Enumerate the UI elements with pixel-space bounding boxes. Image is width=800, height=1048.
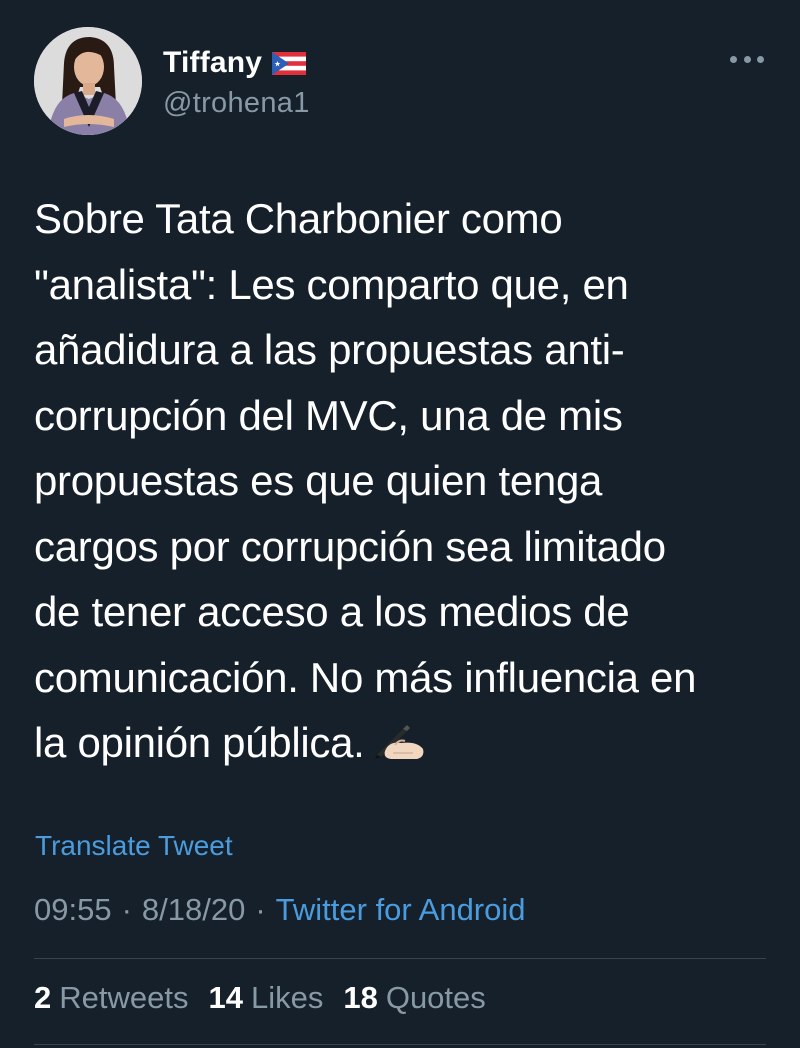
retweets-count: 2 [34,980,52,1015]
more-options-icon[interactable] [730,53,764,65]
tweet-time[interactable]: 09:55 [34,892,112,928]
avatar[interactable] [34,27,142,135]
tweet-text-line: de tener acceso a los medios de [34,588,630,635]
tweet-text: Sobre Tata Charbonier como "analista": L… [34,186,774,776]
divider [34,958,766,959]
avatar-photo [34,27,142,135]
quotes-label: Quotes [385,980,486,1015]
puerto-rico-flag-icon [272,51,307,75]
user-handle[interactable]: @trohena1 [163,87,310,120]
quotes-count: 18 [343,980,378,1015]
tweet-header: Tiffany @trohena1 [34,27,766,139]
tweet-text-line: propuestas es que quien tenga [34,457,603,504]
retweets-label: Retweets [59,980,189,1015]
likes-stat[interactable]: 14 Likes [208,980,323,1016]
tweet-text-line: comunicación. No más influencia en [34,653,697,701]
meta-separator: · [255,892,266,927]
author-block[interactable]: Tiffany @trohena1 [163,43,310,120]
name-row: Tiffany [163,43,310,83]
likes-label: Likes [250,980,324,1015]
tweet-text-line: Sobre Tata Charbonier como [34,195,563,242]
meta-separator: · [121,892,132,927]
tweet-text-line: añadidura a las propuestas anti- [34,326,625,373]
tweet-text-line: la opinión pública. [34,719,365,766]
tweet-source-link[interactable]: Twitter for Android [276,892,526,928]
engagement-stats: 2 Retweets 14 Likes 18 Quotes [34,980,506,1016]
quotes-stat[interactable]: 18 Quotes [343,980,485,1016]
tweet-date[interactable]: 8/18/20 [142,892,245,928]
writing-hand-icon [374,725,423,759]
retweets-stat[interactable]: 2 Retweets [34,980,188,1016]
translate-tweet-link[interactable]: Translate Tweet [35,830,233,862]
divider [34,1044,766,1045]
tweet-text-line: "analista": Les comparto que, en [34,260,629,308]
tweet-text-line: corrupción del MVC, una de mis [34,391,623,439]
likes-count: 14 [208,980,243,1015]
tweet-text-last-line: la opinión pública. [34,710,774,776]
tweet-meta: 09:55 · 8/18/20 · Twitter for Android [34,892,526,928]
display-name[interactable]: Tiffany [163,46,262,80]
tweet-text-line: cargos por corrupción sea limitado [34,522,666,570]
